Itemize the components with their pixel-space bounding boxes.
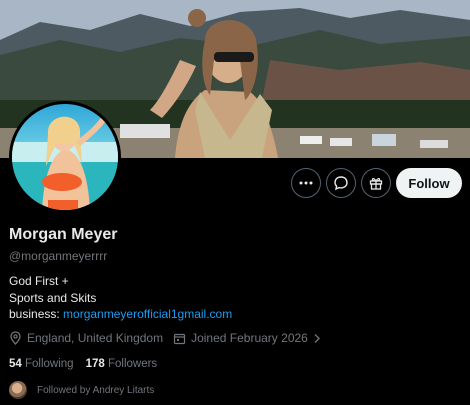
avatar-image: [12, 110, 118, 210]
bio-business-line: business: morganmeyerofficial1gmail.com: [9, 306, 232, 323]
following-link[interactable]: 54 Following: [9, 358, 74, 370]
profile-name: Morgan Meyer: [9, 226, 118, 243]
following-count: 54: [9, 358, 22, 370]
gift-icon: [369, 178, 383, 190]
profile-counts: 54 Following 178 Followers: [9, 358, 157, 370]
profile-handle: @morganmeyerrrr: [9, 249, 108, 263]
followers-label: Followers: [107, 358, 158, 370]
follow-button[interactable]: Follow: [396, 168, 462, 198]
subscribe-button[interactable]: [361, 168, 391, 198]
followed-by[interactable]: Followed by Andrey Litarts: [9, 381, 154, 399]
bio-business-label: business:: [9, 307, 60, 321]
bio-line: Sports and Skits: [9, 290, 97, 305]
more-dots-icon: [299, 181, 313, 185]
profile-location: England, United Kingdom: [9, 331, 163, 345]
followers-link[interactable]: 178 Followers: [86, 358, 158, 370]
calendar-icon: [173, 333, 186, 344]
chevron-right-icon: [314, 333, 320, 343]
message-button[interactable]: [326, 168, 356, 198]
location-text: England, United Kingdom: [27, 331, 164, 345]
followers-count: 178: [85, 358, 105, 370]
followed-by-text: Followed by Andrey Litarts: [37, 384, 155, 396]
more-options-button[interactable]: [291, 168, 321, 198]
message-icon: [334, 176, 348, 191]
profile-meta: England, United Kingdom Joined February …: [9, 331, 331, 345]
profile-joined[interactable]: Joined February 2026: [173, 331, 321, 345]
bio-line: God First +: [9, 274, 69, 288]
location-pin-icon: [10, 331, 21, 345]
profile-bio: God First + Sports and Skits business: m…: [9, 273, 232, 323]
following-label: Following: [25, 358, 74, 370]
follower-avatar: [9, 381, 27, 399]
joined-text: Joined February 2026: [191, 331, 308, 345]
profile-avatar[interactable]: [9, 101, 121, 213]
bio-business-email-link[interactable]: morganmeyerofficial1gmail.com: [63, 307, 232, 321]
